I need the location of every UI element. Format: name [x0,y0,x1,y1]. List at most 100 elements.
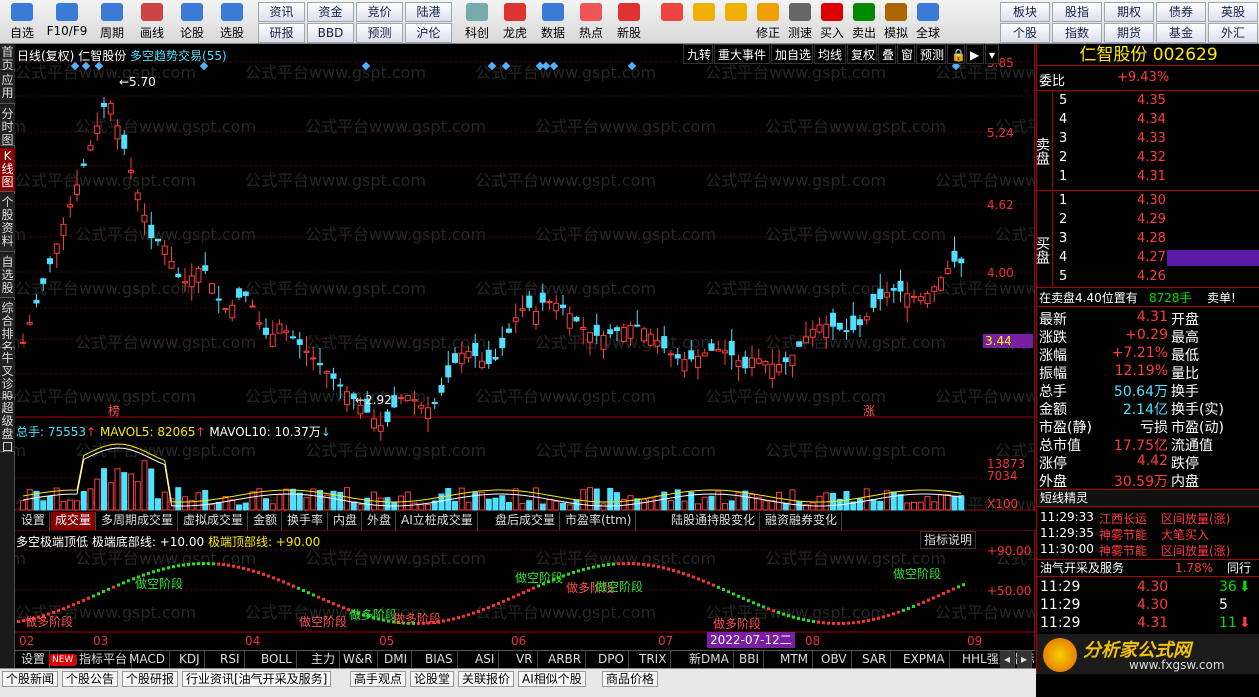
left-tab-2[interactable]: 分时图 [0,106,15,147]
indicator-tab-13[interactable]: ARBR [544,651,587,669]
indicator-tab-19[interactable]: OBV [817,651,852,669]
indicator-tab-4[interactable]: KDJ [175,651,205,669]
toolbar--button[interactable]: 龙虎 [496,0,534,44]
chart-canvas[interactable]: 公式平台www.gspt.com 公式平台www.gspt.com 公式平台www.… [15,44,1035,650]
indicator-tab-3[interactable]: MACD [125,651,170,669]
toolbar--button[interactable]: 论股 [172,0,212,44]
toolbar-grid-button[interactable]: 陆港 [405,2,452,22]
left-tab-7[interactable]: 牛叉诊股 [0,350,15,404]
chart-tool-7[interactable]: 预测 [916,44,946,64]
indicator-tab-14[interactable]: DPO [594,651,629,669]
toolbar-grid-button[interactable]: BBD [307,23,354,43]
toolbar--button[interactable]: 修正 [752,0,784,44]
toolbar--button[interactable]: 数据 [534,0,572,44]
buy-level-row[interactable]: 2 4.29 [1037,212,1259,230]
lock-icon[interactable]: 🔒 [947,44,966,64]
sell-level-row[interactable]: 2 4.32 [1037,150,1259,168]
toolbar--button[interactable]: 模拟 [880,0,912,44]
volume-tab-11[interactable]: 陆股通持股变化 [667,512,761,530]
indicator-tab-6[interactable]: BOLL [257,651,297,669]
toolbar-market-button[interactable]: 外汇 [1208,23,1258,43]
sell-level-row[interactable]: 3 4.33 [1037,131,1259,149]
footer-tab-7[interactable]: AI相似个股 [518,671,586,687]
indicator-tab-11[interactable]: ASI [471,651,500,669]
indicator-tab-1[interactable]: NEW [49,654,78,666]
volume-tab-5[interactable]: 换手率 [283,512,329,530]
toolbar-grid-button[interactable]: 沪伦 [405,23,452,43]
indicator-tab-12[interactable]: VR [512,651,538,669]
toolbar--button[interactable]: 新股 [610,0,648,44]
toolbar--button[interactable]: 全球 [912,0,944,44]
chart-tool-5[interactable]: 叠 [878,44,896,64]
volume-tab-10[interactable]: 市盈率(ttm) [561,512,637,530]
toolbar-apps-icon-button[interactable] [656,0,688,44]
toolbar-market-button[interactable]: 股指 [1052,2,1102,22]
toolbar-grid-button[interactable]: 竞价 [356,2,403,22]
footer-tab-1[interactable]: 个股公告 [62,671,119,687]
footer-tab-5[interactable]: 论股堂 [410,671,455,687]
indicator-tab-9[interactable]: DMI [380,651,413,669]
footer-tab-8[interactable]: 商品价格 [602,671,659,687]
indicator-tab-18[interactable]: MTM [776,651,814,669]
chart-tool-3[interactable]: 均线 [814,44,846,64]
volume-tab-4[interactable]: 金额 [249,512,283,530]
toolbar--button[interactable]: 科创 [458,0,496,44]
buy-level-row[interactable]: 1 4.30 [1037,193,1259,211]
indicator-name[interactable]: 多空趋势交易(55) [130,49,227,63]
volume-tab-3[interactable]: 虚拟成交量 [179,512,249,530]
toolbar--button[interactable]: 画线 [132,0,172,44]
toolbar-market-button[interactable]: 英股 [1208,2,1258,22]
chart-tool-0[interactable]: 九转 [683,44,713,64]
chart-period[interactable]: 日线(复权) [17,49,74,63]
dropdown-icon[interactable]: ▾ [985,44,999,64]
toolbar-market-button[interactable]: 期货 [1104,23,1154,43]
indicator-tab-20[interactable]: SAR [858,651,892,669]
toolbar--button[interactable]: 周期 [92,0,132,44]
chart-tool-2[interactable]: 加自选 [771,44,813,64]
buy-level-row[interactable]: 3 4.28 [1037,231,1259,249]
scroll-left-icon[interactable]: ◂ [1000,651,1016,669]
left-tab-5[interactable]: 自选股 [0,254,15,298]
toolbar--button[interactable]: 热点 [572,0,610,44]
toolbar-up-down-icon-button[interactable] [720,0,752,44]
chart-tool-6[interactable]: 窗 [897,44,915,64]
indicator-tab-2[interactable]: 指标平台 [75,651,133,669]
indicator-tab-15[interactable]: TRIX [635,651,672,669]
footer-tab-0[interactable]: 个股新闻 [2,671,59,687]
indicator-tab-0[interactable]: 设置 [17,651,51,669]
sell-level-row[interactable]: 4 4.34 [1037,112,1259,130]
volume-tab-0[interactable]: 设置 [17,512,51,530]
industry-tab[interactable]: 同行 [1227,560,1251,576]
footer-tab-2[interactable]: 个股研报 [122,671,179,687]
footer-tab-6[interactable]: 关联报价 [458,671,515,687]
indicator-tab-21[interactable]: EXPMA [899,651,950,669]
toolbar-market-button[interactable]: 板块 [1000,2,1050,22]
volume-tab-2[interactable]: 多周期成交量 [97,512,179,530]
sell-level-row[interactable]: 5 4.35 [1037,93,1259,111]
toolbar-market-button[interactable]: 期权 [1104,2,1154,22]
toolbar-grid-button[interactable]: 资讯 [258,2,305,22]
left-tab-0[interactable]: 首页 [0,44,15,72]
volume-tab-9[interactable]: 盘后成交量 [491,512,561,530]
indicator-tab-17[interactable]: BBI [735,651,765,669]
toolbar--button[interactable]: 卖出 [848,0,880,44]
toolbar-grid-button[interactable]: 研报 [258,23,305,43]
toolbar-grid-button[interactable]: 资金 [307,2,354,22]
chart-tool-1[interactable]: 重大事件 [714,44,770,64]
toolbar--button[interactable]: 买入 [816,0,848,44]
indicator-tab-16[interactable]: 新DMA [685,651,734,669]
indicator-tab-8[interactable]: W&R [339,651,378,669]
toolbar-grid-button[interactable]: 预测 [356,23,403,43]
toolbar-market-button[interactable]: 债券 [1156,2,1206,22]
toolbar-back-arrow-icon-button[interactable] [688,0,720,44]
indicator-tab-7[interactable]: 主力 [307,651,341,669]
toolbar--button[interactable]: 测速 [784,0,816,44]
left-tab-1[interactable]: 应用 [0,72,15,104]
sell-level-row[interactable]: 1 4.31 [1037,169,1259,187]
volume-tab-6[interactable]: 内盘 [329,512,363,530]
left-tab-8[interactable]: 超级盘口 [0,400,15,454]
volume-tab-1[interactable]: 成交量 [51,512,97,530]
chart-tool-4[interactable]: 复权 [847,44,877,64]
toolbar-market-button[interactable]: 基金 [1156,23,1206,43]
scroll-right-icon[interactable]: ▸ [1017,651,1033,669]
